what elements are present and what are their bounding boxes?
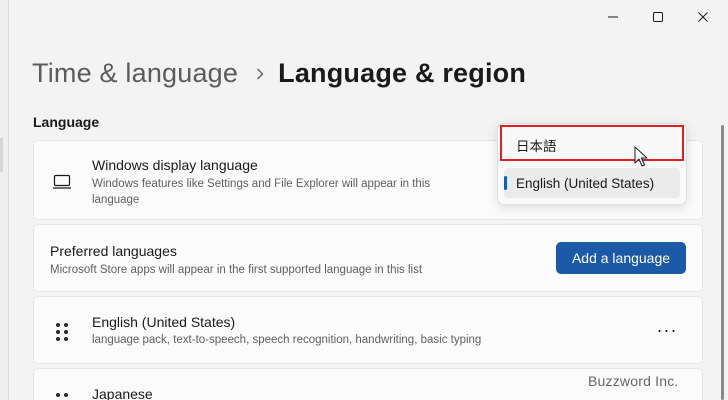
language-item-english[interactable]: English (United States) language pack, t… xyxy=(33,296,703,364)
close-icon xyxy=(698,12,708,22)
language-name: Japanese xyxy=(92,386,153,400)
chevron-right-icon xyxy=(256,68,264,80)
maximize-icon xyxy=(653,12,663,22)
watermark-text: Buzzword Inc. xyxy=(588,373,679,389)
display-language-description: Windows features like Settings and File … xyxy=(92,178,431,206)
minimize-button[interactable] xyxy=(590,0,636,34)
language-name: English (United States) xyxy=(92,314,236,330)
breadcrumb: Time & language Language & region xyxy=(32,58,526,89)
preferred-languages-card: Preferred languages Microsoft Store apps… xyxy=(33,224,703,292)
more-options-icon[interactable]: ··· xyxy=(652,317,682,343)
mouse-cursor-icon xyxy=(634,146,648,167)
minimize-icon xyxy=(608,16,618,18)
drag-handle-icon[interactable] xyxy=(56,323,68,341)
add-language-button[interactable]: Add a language xyxy=(556,242,686,274)
language-features: language pack, text-to-speech, speech re… xyxy=(92,334,482,346)
monitor-icon xyxy=(52,174,72,195)
display-language-dropdown-menu[interactable]: 日本語 English (United States) xyxy=(497,123,687,205)
preferred-languages-description: Microsoft Store apps will appear in the … xyxy=(50,264,423,276)
preferred-languages-title: Preferred languages xyxy=(50,243,177,259)
maximize-button[interactable] xyxy=(635,0,681,34)
navigation-selection-indicator xyxy=(0,138,3,172)
breadcrumb-parent-link[interactable]: Time & language xyxy=(32,58,238,89)
option-label: English (United States) xyxy=(516,175,655,191)
drag-handle-icon[interactable] xyxy=(56,393,68,400)
close-button[interactable] xyxy=(680,0,726,34)
settings-window: Time & language Language & region Langua… xyxy=(0,0,728,400)
section-title-language: Language xyxy=(33,114,100,130)
scrollbar[interactable] xyxy=(721,125,724,400)
selected-indicator xyxy=(504,176,507,190)
dropdown-option-japanese[interactable]: 日本語 xyxy=(504,130,680,160)
option-label: 日本語 xyxy=(516,139,557,154)
display-language-title: Windows display language xyxy=(92,157,258,173)
navigation-pane-edge xyxy=(0,0,9,400)
page-title: Language & region xyxy=(278,58,527,88)
dropdown-option-english[interactable]: English (United States) xyxy=(504,168,680,198)
